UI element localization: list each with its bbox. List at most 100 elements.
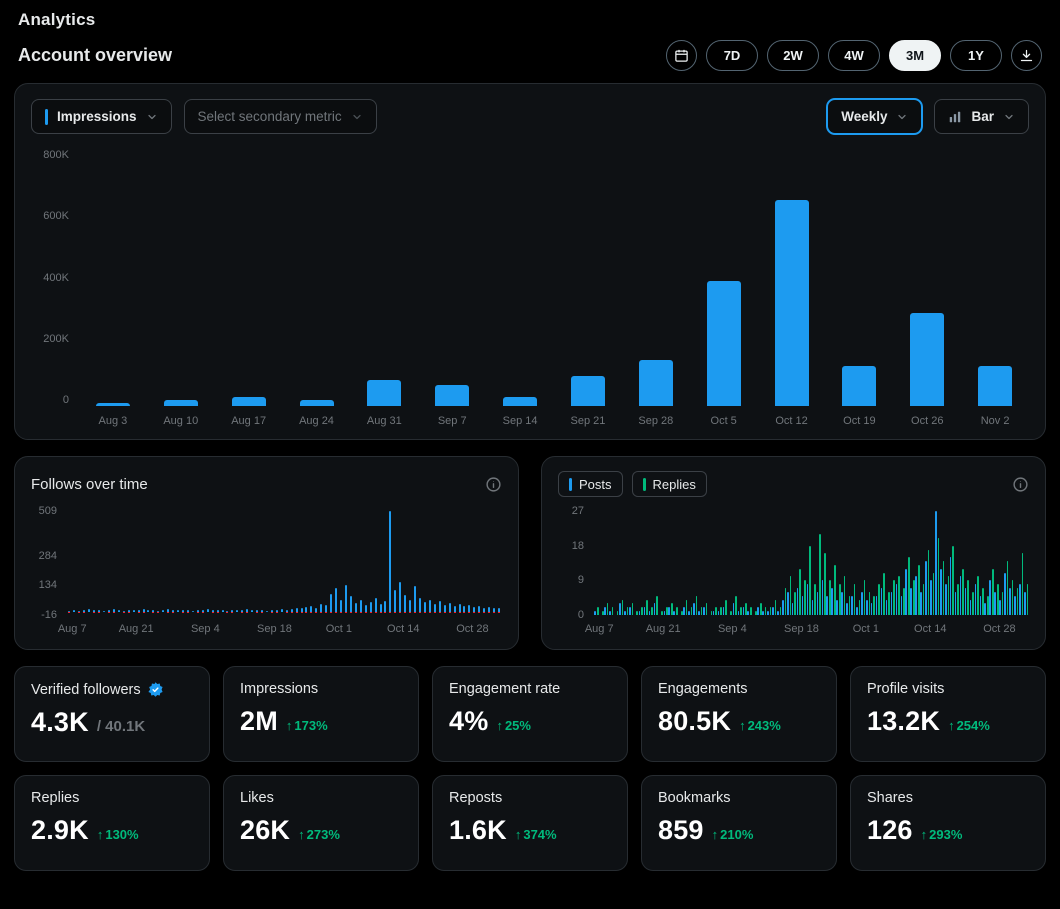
- download-button[interactable]: [1011, 40, 1042, 71]
- x-tick-label: Aug 3: [98, 415, 128, 427]
- posts-bar: [703, 607, 705, 615]
- y-tick-label: 509: [38, 505, 57, 517]
- stat-label: Impressions: [240, 681, 319, 697]
- x-tick-label: Oct 19: [843, 415, 876, 427]
- x-tick-label: Aug 31: [366, 415, 402, 427]
- legend-swatch-icon: [569, 477, 572, 491]
- bar-column: Sep 28: [622, 150, 690, 427]
- stat-value: 4%: [449, 706, 489, 736]
- y-tick-label: 9: [577, 574, 584, 587]
- posts-bar: [949, 557, 952, 615]
- posts-bar: [786, 591, 789, 615]
- range-button-7d[interactable]: 7D: [706, 40, 758, 71]
- stat-card-shares: Shares 126 ↑ 293%: [850, 775, 1046, 871]
- posts-bar: [782, 599, 784, 615]
- posts-bar: [895, 584, 898, 615]
- unfollows-bar: [335, 611, 338, 614]
- range-button-1y[interactable]: 1Y: [950, 40, 1002, 71]
- stats-grid: Verified followers 4.3K / 40.1K Impressions…: [14, 666, 1046, 871]
- unfollows-bar: [498, 611, 501, 613]
- unfollows-bar: [196, 611, 199, 613]
- info-icon[interactable]: [1012, 476, 1029, 493]
- posts-replies-card: Posts Replies 27 18 9 0 Aug 7 Aug 21 Sep 4 Sep 1…: [541, 456, 1046, 650]
- impressions-bar-sep-7: [435, 385, 470, 406]
- range-button-4w[interactable]: 4W: [828, 40, 880, 71]
- unfollows-bar: [433, 611, 436, 613]
- up-arrow-icon: ↑: [496, 718, 503, 733]
- y-tick-label: 284: [38, 549, 57, 562]
- stat-value: 13.2K: [867, 706, 941, 736]
- stat-card-likes: Likes 26K ↑ 273%: [223, 775, 419, 871]
- unfollows-bar: [275, 611, 278, 613]
- info-icon[interactable]: [485, 476, 502, 493]
- follows-card-title: Follows over time: [31, 475, 148, 493]
- interval-select[interactable]: Weekly: [827, 99, 923, 134]
- stat-label: Replies: [31, 790, 80, 806]
- primary-metric-select[interactable]: Impressions: [31, 99, 172, 134]
- x-tick-label: Aug 21: [118, 623, 154, 635]
- posts-bar: [905, 568, 908, 615]
- follows-card: Follows over time 509 284 134 -16 Aug 7 Aug 2…: [14, 456, 519, 650]
- posts-bar: [856, 607, 858, 615]
- unfollows-bar: [344, 611, 347, 613]
- stat-value: 26K: [240, 815, 291, 845]
- unfollows-bar: [122, 611, 125, 613]
- stat-change: ↑ 25%: [496, 718, 531, 733]
- range-button-3m[interactable]: 3M: [889, 40, 941, 71]
- posts-bar: [865, 599, 868, 615]
- posts-bar: [791, 603, 794, 615]
- unfollows-bar: [290, 611, 293, 613]
- posts-bar: [935, 511, 937, 615]
- range-button-2w[interactable]: 2W: [767, 40, 819, 71]
- unfollows-bar: [157, 611, 160, 613]
- x-tick-label: Oct 1: [325, 623, 353, 635]
- y-tick-label: 0: [577, 609, 584, 621]
- x-tick-label: Sep 21: [570, 415, 606, 427]
- unfollows-bar: [211, 611, 214, 613]
- unfollows-bar: [152, 611, 155, 613]
- stat-label: Reposts: [449, 790, 503, 806]
- chevron-down-icon: [351, 111, 363, 123]
- stat-change-value: 210%: [720, 827, 754, 842]
- stat-value: 4.3K: [31, 707, 89, 737]
- unfollows-bar: [330, 611, 333, 613]
- unfollows-bar: [443, 611, 446, 613]
- stat-card-reposts: Reposts 1.6K ↑ 374%: [432, 775, 628, 871]
- y-tick-label: 800K: [43, 149, 69, 161]
- stat-change-value: 243%: [747, 718, 781, 733]
- posts-bar: [628, 607, 631, 615]
- stat-total-suffix: / 40.1K: [96, 718, 146, 735]
- legend-label: Replies: [652, 476, 696, 492]
- unfollows-bar: [419, 611, 422, 613]
- stat-value: 80.5K: [658, 706, 732, 736]
- secondary-metric-select[interactable]: Select secondary metric: [183, 99, 377, 134]
- unfollows-bar: [394, 611, 397, 613]
- posts-bar: [930, 580, 932, 615]
- y-tick-label: 134: [38, 579, 57, 592]
- unfollows-bar: [384, 611, 387, 613]
- bar-column: Aug 24: [283, 150, 351, 427]
- calendar-icon: [674, 48, 689, 63]
- stat-change: ↑ 374%: [515, 827, 557, 842]
- plot-area: Aug 3 Aug 10 Aug 17 Aug 24 Aug 31 Sep 7 Sep 14…: [79, 150, 1029, 427]
- follows-chart: 509 284 134 -16 Aug 7 Aug 21 Sep 4 Sep 18 Oct 1 O…: [31, 505, 502, 639]
- unfollows-bar: [201, 611, 204, 613]
- unfollows-bar: [468, 611, 471, 613]
- stat-change: ↑ 254%: [948, 718, 990, 733]
- posts-bar: [984, 603, 987, 615]
- posts-bar: [732, 603, 735, 615]
- primary-chart-card: Impressions Select secondary metric Week…: [14, 83, 1046, 440]
- legend-chip-posts[interactable]: Posts: [558, 471, 623, 497]
- follows-bar: [497, 511, 502, 615]
- impressions-bar-oct-26: [910, 313, 945, 406]
- chart-type-select[interactable]: Bar: [934, 99, 1029, 134]
- analytics-page: Analytics Account overview 7D 2W 4W 3M 1Y Im…: [0, 0, 1060, 879]
- unfollows-bar: [325, 611, 328, 613]
- y-axis: 800K 600K 400K 200K 0: [31, 150, 79, 406]
- stat-card-engagement-rate: Engagement rate 4% ↑ 25%: [432, 666, 628, 762]
- calendar-button[interactable]: [666, 40, 697, 71]
- posts-bar: [910, 588, 912, 615]
- legend-chip-replies[interactable]: Replies: [631, 471, 707, 497]
- x-tick-label: Oct 1: [852, 623, 880, 635]
- posts-bar: [915, 576, 917, 615]
